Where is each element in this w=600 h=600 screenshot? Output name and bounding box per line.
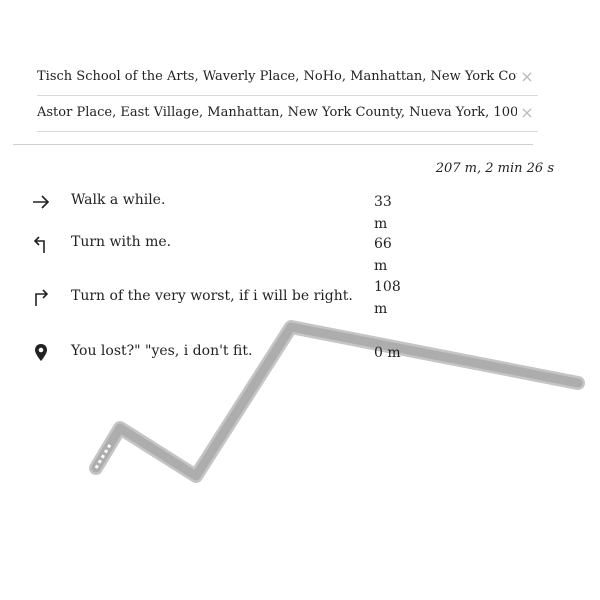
instruction-distance: 33 m bbox=[374, 194, 392, 232]
routing-page: Tisch School of the Arts, Waverly Place,… bbox=[0, 0, 600, 600]
instruction-text: Turn with me. bbox=[71, 234, 172, 250]
instruction-distance: 0 m bbox=[374, 345, 401, 361]
map-pin-icon bbox=[30, 342, 52, 364]
route-to-input[interactable]: Astor Place, East Village, Manhattan, Ne… bbox=[37, 105, 517, 120]
turn-left-icon bbox=[30, 233, 52, 255]
route-summary: 207 m, 2 min 26 s bbox=[435, 161, 554, 176]
instruction-text: Walk a while. bbox=[71, 192, 166, 208]
instruction-distance: 66 m bbox=[374, 236, 392, 274]
panel-divider bbox=[13, 144, 533, 145]
route-from-input[interactable]: Tisch School of the Arts, Waverly Place,… bbox=[37, 69, 517, 84]
clear-from-icon[interactable]: × bbox=[520, 69, 534, 85]
turn-right-icon bbox=[30, 286, 52, 308]
clear-to-icon[interactable]: × bbox=[520, 105, 534, 121]
instruction-distance: 108 m bbox=[374, 279, 401, 317]
instruction-text: You lost?" "yes, i don't fit. bbox=[71, 343, 253, 359]
route-to-field[interactable]: Astor Place, East Village, Manhattan, Ne… bbox=[37, 98, 538, 132]
arrow-right-icon bbox=[30, 191, 52, 213]
instruction-text: Turn of the very worst, if i will be rig… bbox=[71, 288, 353, 304]
route-from-field[interactable]: Tisch School of the Arts, Waverly Place,… bbox=[37, 62, 538, 96]
